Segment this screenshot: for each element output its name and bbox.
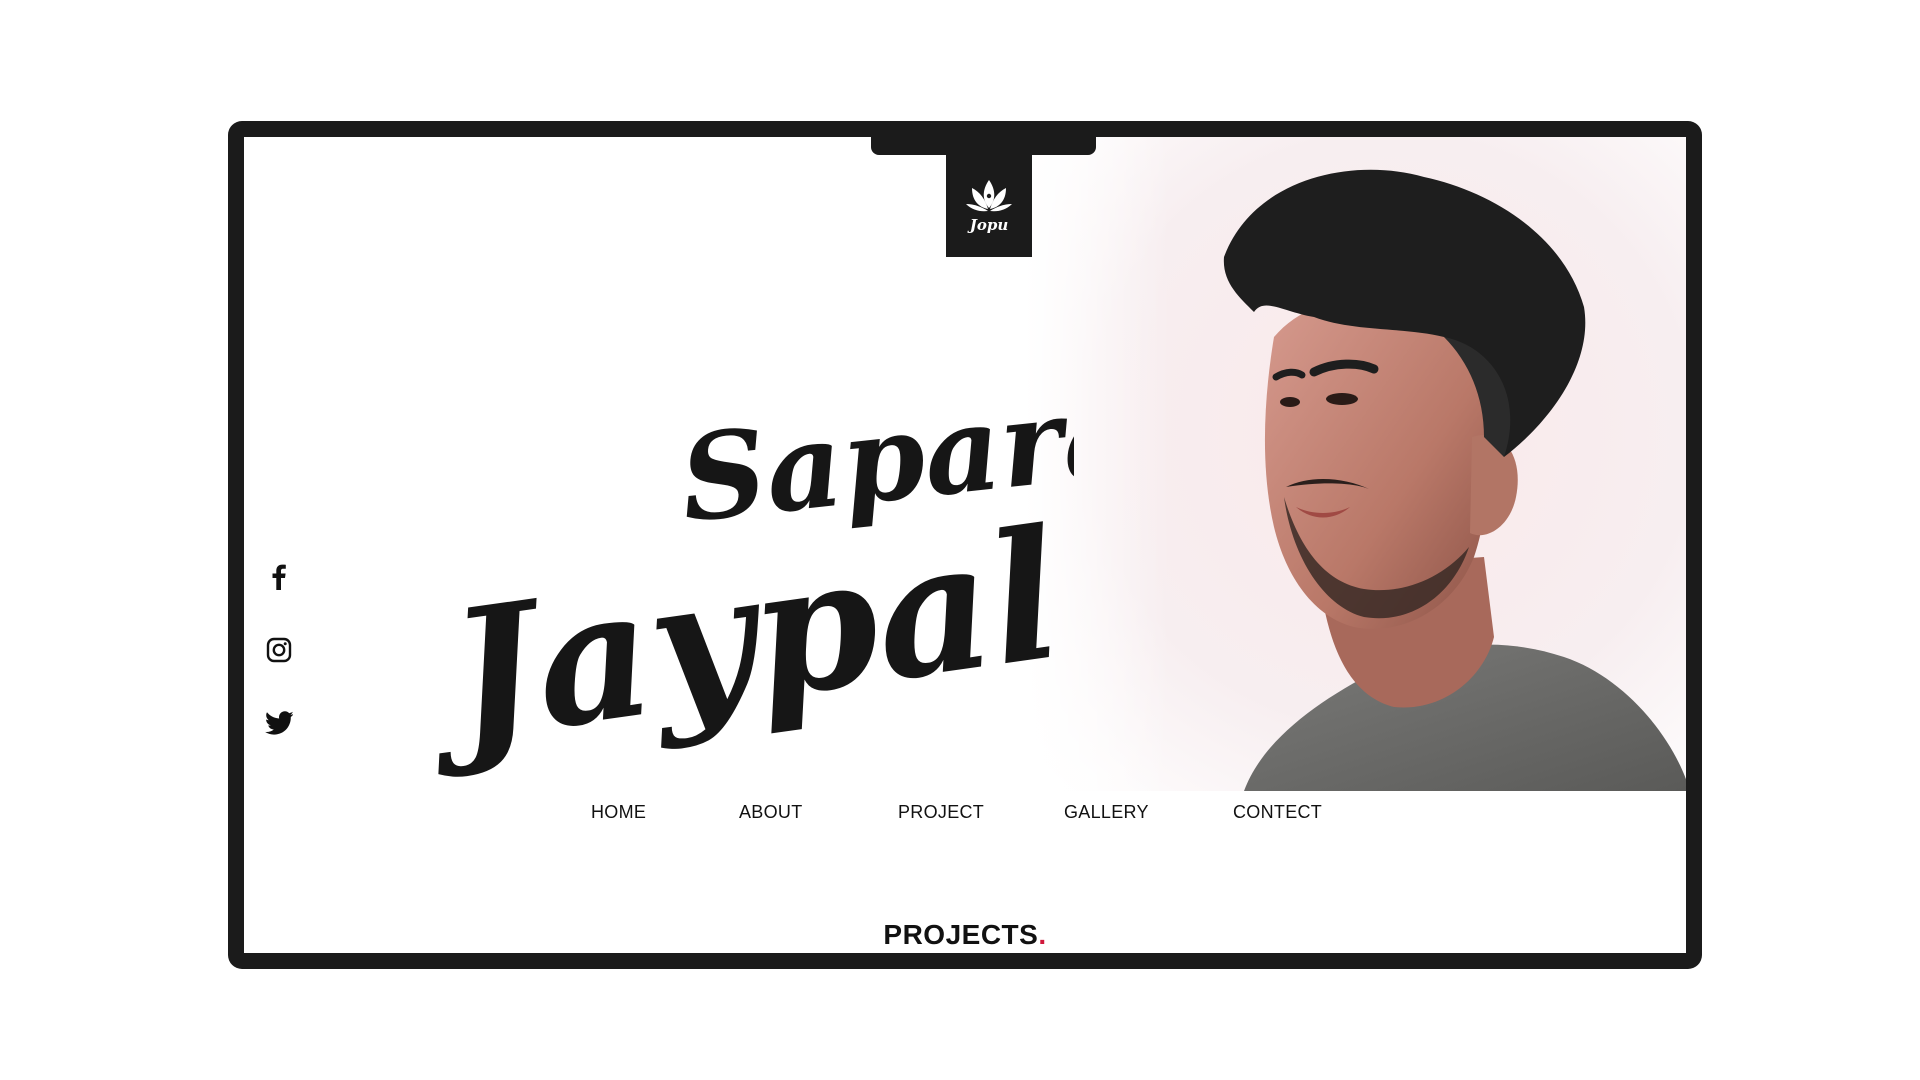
- logo[interactable]: Jopu: [946, 153, 1032, 257]
- facebook-icon: [272, 564, 286, 590]
- instagram-icon: [266, 637, 292, 663]
- hero-last-name: Jaypal: [434, 489, 1072, 785]
- projects-heading-dot: .: [1038, 919, 1047, 950]
- nav-contect[interactable]: CONTECT: [1233, 802, 1322, 823]
- frame-notch: [871, 137, 1096, 155]
- instagram-link[interactable]: [264, 635, 294, 665]
- twitter-link[interactable]: [264, 708, 294, 738]
- projects-heading-text: PROJECTS: [883, 919, 1039, 950]
- portrait-photo: [1024, 137, 1686, 791]
- facebook-link[interactable]: [264, 562, 294, 592]
- logo-text: Jopu: [967, 216, 1009, 234]
- nav-project[interactable]: PROJECT: [898, 802, 984, 823]
- twitter-icon: [265, 711, 293, 735]
- main-nav: HOME ABOUT PROJECT GALLERY CONTECT: [244, 802, 1686, 838]
- lotus-logo-icon: Jopu: [966, 180, 1012, 234]
- nav-home[interactable]: HOME: [591, 802, 646, 823]
- hero-name: Sapara Jaypal: [434, 363, 1074, 785]
- projects-heading: PROJECTS.: [244, 919, 1686, 951]
- nav-gallery[interactable]: GALLERY: [1064, 802, 1149, 823]
- nav-about[interactable]: ABOUT: [739, 802, 803, 823]
- device-frame: Jopu Sapara Jaypal HOME ABOUT PROJECT GA…: [228, 121, 1702, 969]
